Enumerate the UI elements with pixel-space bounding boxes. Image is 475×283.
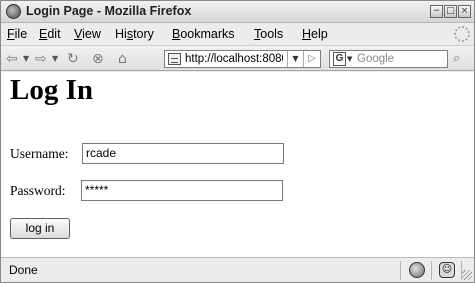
- search-placeholder[interactable]: Google: [357, 53, 394, 65]
- menu-bar: File Edit View History Bookmarks Tools H…: [1, 24, 474, 44]
- window-title: Login Page - Mozilla Firefox: [26, 4, 192, 18]
- search-box[interactable]: G ▼ Google: [329, 50, 448, 68]
- search-icon[interactable]: ⌕: [453, 51, 471, 67]
- status-divider: [400, 261, 401, 280]
- username-field[interactable]: rcade: [82, 143, 284, 164]
- status-bar: Done ☺: [1, 259, 474, 282]
- browser-window: Login Page - Mozilla Firefox − □ × File …: [0, 0, 475, 283]
- home-icon[interactable]: ⌂: [118, 51, 127, 67]
- favicon-icon: [168, 53, 181, 65]
- back-icon[interactable]: ⇦: [6, 51, 18, 67]
- menu-history[interactable]: History: [115, 27, 154, 41]
- maximize-button[interactable]: □: [444, 5, 457, 18]
- reload-icon[interactable]: ↻: [67, 51, 79, 67]
- status-divider: [431, 261, 432, 280]
- page-content: Log In Username: rcade Password: ***** l…: [1, 72, 474, 258]
- menu-view[interactable]: View: [74, 27, 101, 41]
- forward-icon[interactable]: ⇨: [35, 51, 47, 67]
- google-icon[interactable]: G: [333, 52, 346, 66]
- url-text[interactable]: http://localhost:8080: [185, 53, 283, 65]
- page-title: Log In: [10, 74, 94, 106]
- window-controls: − □ ×: [430, 5, 471, 18]
- forward-history-dropdown[interactable]: ▼: [52, 51, 58, 67]
- menu-file[interactable]: File: [7, 27, 27, 41]
- back-history-dropdown[interactable]: ▼: [23, 51, 29, 67]
- menu-help[interactable]: Help: [302, 27, 328, 41]
- login-button[interactable]: log in: [10, 218, 70, 239]
- minimize-button[interactable]: −: [430, 5, 443, 18]
- url-dropdown-button[interactable]: ▼: [287, 51, 303, 67]
- addon-status-icon[interactable]: ☺: [439, 262, 455, 278]
- title-bar[interactable]: Login Page - Mozilla Firefox − □ ×: [1, 1, 474, 23]
- url-bar[interactable]: http://localhost:8080 ▼ ▷: [164, 50, 321, 68]
- username-label: Username:: [10, 146, 69, 161]
- firefox-status-icon[interactable]: [409, 262, 425, 278]
- firefox-app-icon: [6, 4, 21, 19]
- stop-icon[interactable]: ⊗: [92, 51, 104, 67]
- resize-grip-icon[interactable]: [462, 270, 472, 280]
- search-engine-dropdown[interactable]: ▼: [347, 52, 352, 66]
- go-icon[interactable]: ▷: [303, 51, 320, 67]
- navigation-toolbar: ⇦ ▼ ⇨ ▼ ↻ ⊗ ⌂ http://localhost:8080 ▼ ▷ …: [1, 45, 474, 71]
- password-label: Password:: [10, 183, 66, 198]
- menu-tools[interactable]: Tools: [254, 27, 283, 41]
- status-text: Done: [9, 263, 38, 277]
- throbber-icon: [454, 26, 470, 42]
- close-button[interactable]: ×: [458, 5, 471, 18]
- password-field[interactable]: *****: [81, 180, 283, 201]
- menu-bookmarks[interactable]: Bookmarks: [172, 27, 235, 41]
- menu-edit[interactable]: Edit: [39, 27, 61, 41]
